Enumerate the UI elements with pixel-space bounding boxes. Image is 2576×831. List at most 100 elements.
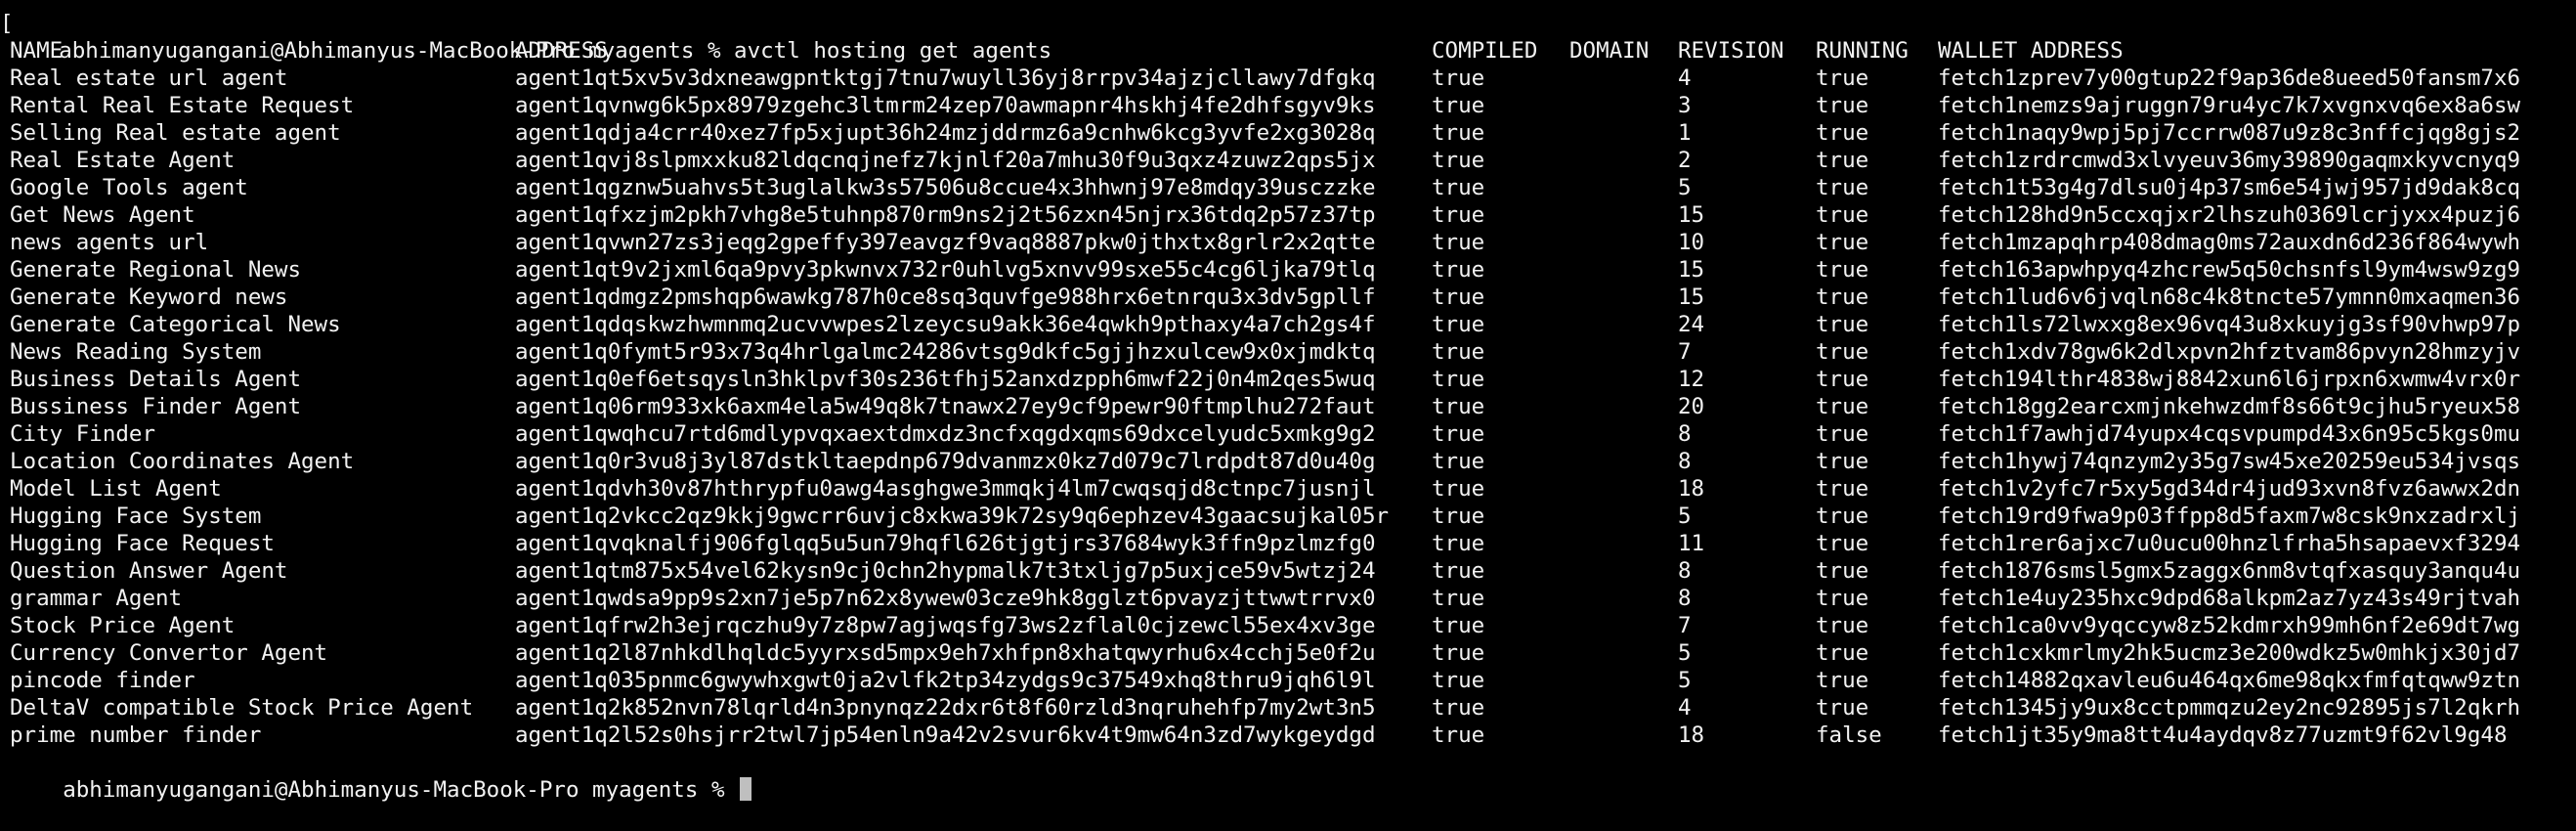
cell-wallet-address: fetch1jt35y9ma8tt4u4aydqv8z77uzmt9f62vl9… xyxy=(1938,722,2508,748)
final-prompt-line[interactable]: abhimanyugangani@Abhimanyus-MacBook-Pro … xyxy=(0,749,2576,803)
cell-name: prime number finder xyxy=(10,722,262,748)
cell-wallet-address: fetch1ls72lwxxg8ex96vq43u8xkuyjg3sf90vhw… xyxy=(1938,312,2521,337)
cell-revision: 18 xyxy=(1678,476,1705,502)
table-row: Location Coordinates Agent agent1q0r3vu8j… xyxy=(0,448,2576,475)
cell-address: agent1qt9v2jxml6qa9pvy3pkwnvx732r0uhlvg5… xyxy=(515,257,1376,283)
cell-revision: 15 xyxy=(1678,284,1705,310)
cell-revision: 15 xyxy=(1678,202,1705,228)
cell-running: true xyxy=(1816,202,1869,228)
terminal-window[interactable]: [ abhimanyugangani@Abhimanyus-MacBook-Pro… xyxy=(0,10,2576,803)
cell-wallet-address: fetch14882qxavleu6u464qx6me98qkxfmfqtqww… xyxy=(1938,668,2521,693)
cell-name: Rental Real Estate Request xyxy=(10,93,355,118)
table-row: Rental Real Estate Request agent1qvnwg6k5… xyxy=(0,92,2576,119)
cell-running: true xyxy=(1816,531,1869,556)
cell-running: true xyxy=(1816,230,1869,255)
cell-compiled: true xyxy=(1432,312,1485,337)
cell-name: pincode finder xyxy=(10,668,195,693)
cell-name: Get News Agent xyxy=(10,202,195,228)
column-header-domain: DOMAIN xyxy=(1569,38,1650,64)
cell-name: Bussiness Finder Agent xyxy=(10,394,302,419)
cell-running: true xyxy=(1816,668,1869,693)
cell-revision: 12 xyxy=(1678,367,1705,392)
cell-compiled: true xyxy=(1432,93,1485,118)
cell-revision: 18 xyxy=(1678,722,1705,748)
cell-address: agent1qt5xv5v3dxneawgpntktgj7tnu7wuyll36… xyxy=(515,66,1376,91)
cell-name: Model List Agent xyxy=(10,476,222,502)
cell-compiled: true xyxy=(1432,202,1485,228)
cell-revision: 7 xyxy=(1678,613,1692,638)
cell-wallet-address: fetch1nemzs9ajruggn79ru4yc7k7xvgnxvq6ex8… xyxy=(1938,93,2521,118)
cell-address: agent1qgznw5uahvs5t3uglalkw3s57506u8ccue… xyxy=(515,175,1376,200)
column-header-running: RUNNING xyxy=(1816,38,1909,64)
cell-revision: 5 xyxy=(1678,175,1692,200)
cell-address: agent1q2l87nhkdlhqldc5yyrxsd5mpx9eh7xhfp… xyxy=(515,640,1376,666)
cell-name: Generate Categorical News xyxy=(10,312,341,337)
cell-running: true xyxy=(1816,175,1869,200)
cell-address: agent1qtm875x54vel62kysn9cj0chn2hypmalk7… xyxy=(515,558,1376,584)
cell-address: agent1q2l52s0hsjrr2twl7jp54enln9a42v2svu… xyxy=(515,722,1376,748)
cell-compiled: true xyxy=(1432,394,1485,419)
cell-running: true xyxy=(1816,284,1869,310)
column-header-name: NAME xyxy=(10,38,64,64)
cell-revision: 20 xyxy=(1678,394,1705,419)
cell-compiled: true xyxy=(1432,120,1485,146)
cell-compiled: true xyxy=(1432,722,1485,748)
cell-revision: 8 xyxy=(1678,586,1692,611)
table-row: Real Estate Agent agent1qvj8slpmxxku82ldq… xyxy=(0,147,2576,174)
cell-address: agent1qdvh30v87hthrypfu0awg4asghgwe3mmqk… xyxy=(515,476,1376,502)
cell-wallet-address: fetch1f7awhjd74yupx4cqsvpumpd43x6n95c5kg… xyxy=(1938,421,2521,447)
cell-wallet-address: fetch1lud6v6jvqln68c4k8tncte57ymnn0mxaqm… xyxy=(1938,284,2521,310)
cell-name: Currency Convertor Agent xyxy=(10,640,328,666)
command-line: [abhimanyugangani@Abhimanyus-MacBook-Pro… xyxy=(0,10,2576,64)
cell-wallet-address: fetch1345jy9ux8cctpmmqzu2ey2nc92895js7l2… xyxy=(1938,695,2521,721)
cell-wallet-address: fetch1zrdrcmwd3xlvyeuv36my39890gaqmxkyvc… xyxy=(1938,148,2521,173)
cell-running: true xyxy=(1816,93,1869,118)
cell-compiled: true xyxy=(1432,640,1485,666)
cell-revision: 5 xyxy=(1678,503,1692,529)
table-row: Selling Real estate agent agent1qdja4crr4… xyxy=(0,119,2576,147)
agents-table: Real estate url agent agent1qt5xv5v3dxnea… xyxy=(0,65,2576,749)
column-header-revision: REVISION xyxy=(1678,38,1784,64)
cell-address: agent1qfxzjm2pkh7vhg8e5tuhnp870rm9ns2j2t… xyxy=(515,202,1376,228)
cell-name: Question Answer Agent xyxy=(10,558,288,584)
table-row: Bussiness Finder Agent agent1q06rm933xk6a… xyxy=(0,393,2576,420)
cell-revision: 24 xyxy=(1678,312,1705,337)
table-row: news agents url agent1qvwn27zs3jeqg2gpeff… xyxy=(0,229,2576,256)
cell-name: Real estate url agent xyxy=(10,66,288,91)
table-row: Stock Price Agent agent1qfrw2h3ejrqczhu9y… xyxy=(0,612,2576,639)
cell-name: News Reading System xyxy=(10,339,262,365)
cell-compiled: true xyxy=(1432,558,1485,584)
cell-name: Business Details Agent xyxy=(10,367,302,392)
table-row: Currency Convertor Agent agent1q2l87nhkdl… xyxy=(0,639,2576,667)
cell-wallet-address: fetch163apwhpyq4zhcrew5q50chsnfsl9ym4wsw… xyxy=(1938,257,2521,283)
cell-revision: 1 xyxy=(1678,120,1692,146)
prompt-bracket: [ xyxy=(0,11,14,36)
cell-compiled: true xyxy=(1432,695,1485,721)
table-row: Hugging Face Request agent1qvqknalfj906fg… xyxy=(0,530,2576,557)
cell-name: Hugging Face Request xyxy=(10,531,275,556)
table-row: City Finder agent1qwqhcu7rtd6mdlypvqxaext… xyxy=(0,420,2576,448)
cell-address: agent1q035pnmc6gwywhxgwt0ja2vlfk2tp34zyd… xyxy=(515,668,1376,693)
cell-compiled: true xyxy=(1432,66,1485,91)
cell-revision: 7 xyxy=(1678,339,1692,365)
cell-wallet-address: fetch1ca0vv9yqccyw8z52kdmrxh99mh6nf2e69d… xyxy=(1938,613,2521,638)
table-row: Real estate url agent agent1qt5xv5v3dxnea… xyxy=(0,65,2576,92)
table-row: Generate Regional News agent1qt9v2jxml6qa… xyxy=(0,256,2576,284)
table-row: Question Answer Agent agent1qtm875x54vel6… xyxy=(0,557,2576,585)
cell-running: true xyxy=(1816,339,1869,365)
cell-wallet-address: fetch1cxkmrlmy2hk5ucmz3e200wdkz5w0mhkjx3… xyxy=(1938,640,2521,666)
cell-running: true xyxy=(1816,421,1869,447)
table-row: Business Details Agent agent1q0ef6etsqysl… xyxy=(0,366,2576,393)
cell-address: agent1qvqknalfj906fglqq5u5un79hqfl626tjg… xyxy=(515,531,1376,556)
cell-wallet-address: fetch1zprev7y00gtup22f9ap36de8ueed50fans… xyxy=(1938,66,2521,91)
cell-compiled: true xyxy=(1432,503,1485,529)
cell-running: true xyxy=(1816,503,1869,529)
cell-compiled: true xyxy=(1432,148,1485,173)
cell-compiled: true xyxy=(1432,449,1485,474)
cell-running: true xyxy=(1816,394,1869,419)
cell-running: true xyxy=(1816,640,1869,666)
cell-name: news agents url xyxy=(10,230,209,255)
cell-compiled: true xyxy=(1432,284,1485,310)
cell-address: agent1qvj8slpmxxku82ldqcnqjnefz7kjnlf20a… xyxy=(515,148,1376,173)
table-row: grammar Agent agent1qwdsa9pp9s2xn7je5p7n6… xyxy=(0,585,2576,612)
